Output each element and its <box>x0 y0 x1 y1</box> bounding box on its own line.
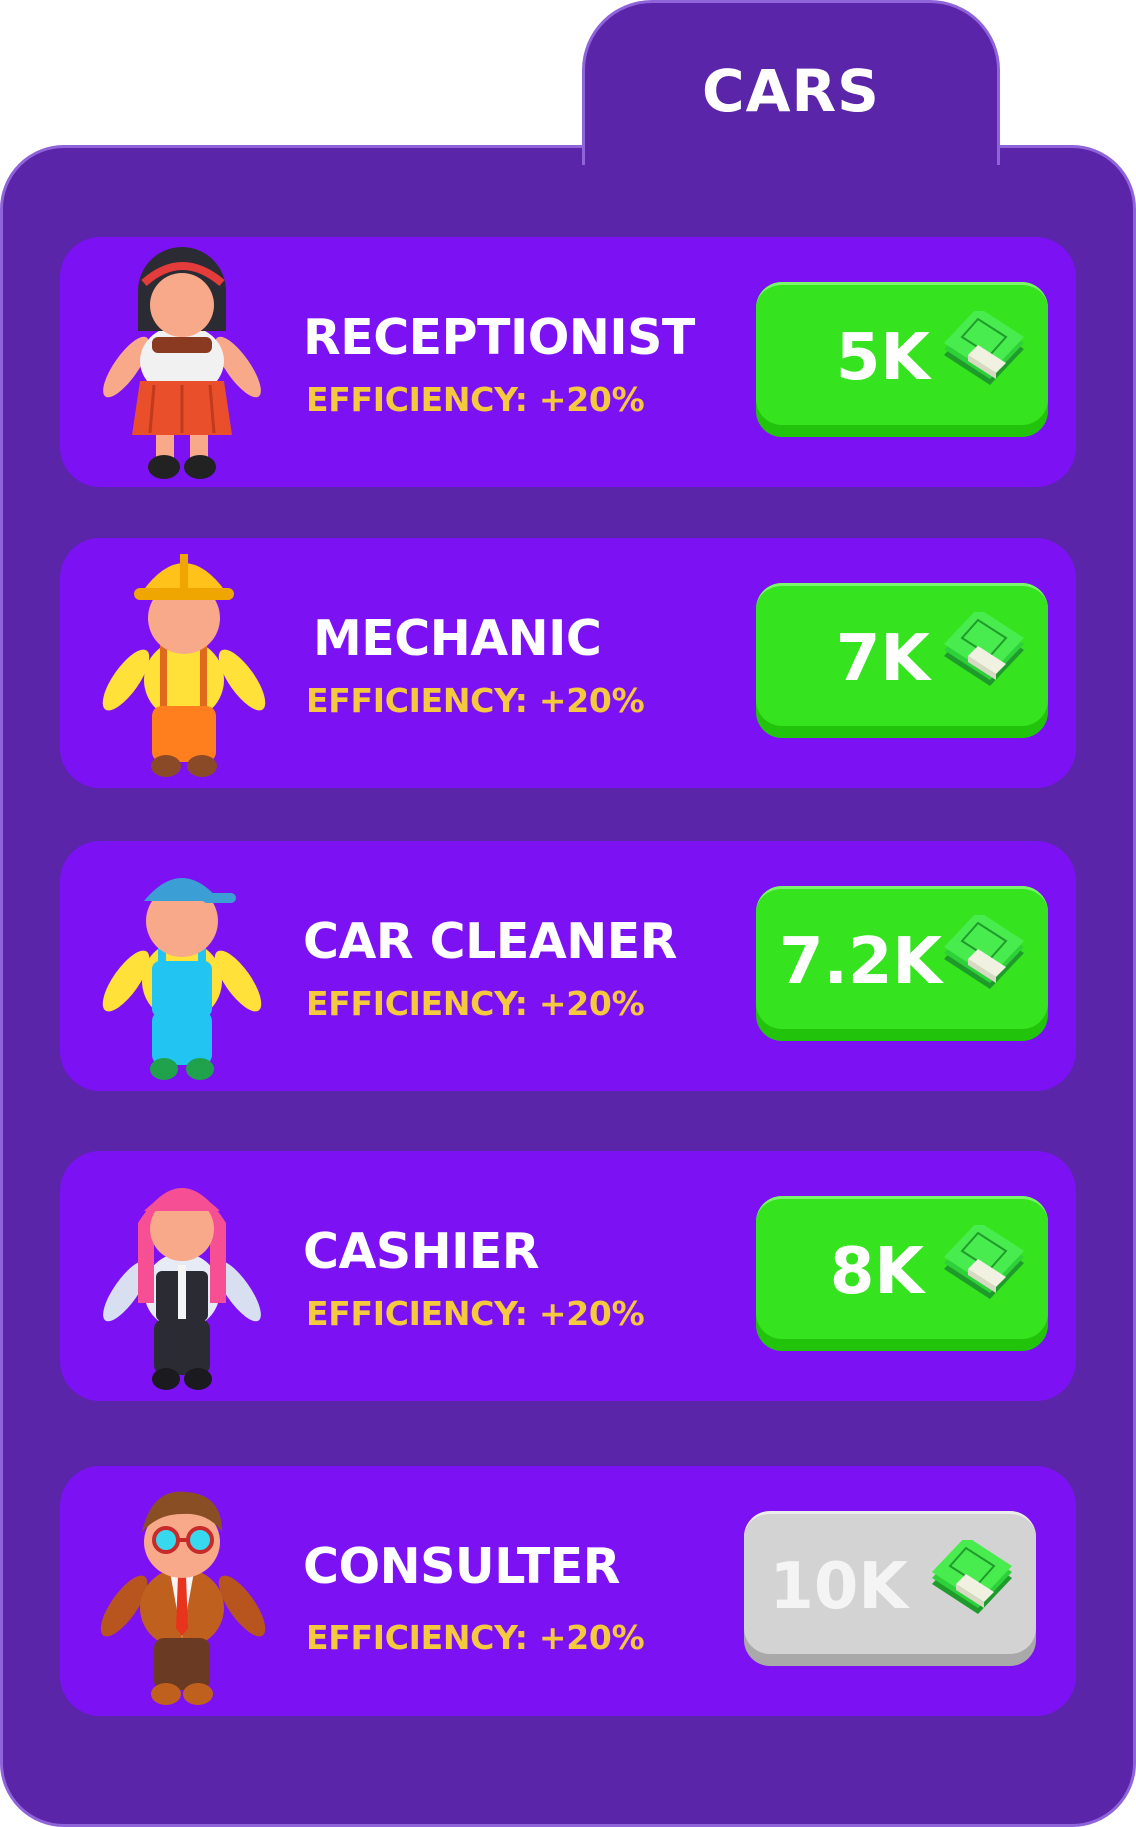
hire-price: 10K <box>769 1550 908 1624</box>
hire-button-face: 5K <box>756 282 1048 425</box>
hire-button-mechanic[interactable]: 7K <box>756 583 1048 738</box>
worker-efficiency: EFFICIENCY: +20% <box>306 1618 645 1657</box>
hire-price: 7.2K <box>779 925 942 999</box>
worker-row-receptionist: RECEPTIONIST EFFICIENCY: +20% 5K <box>60 237 1076 487</box>
worker-row-mechanic: MECHANIC EFFICIENCY: +20% 7K <box>60 538 1076 788</box>
hire-button-face: 10K <box>744 1511 1036 1654</box>
worker-efficiency: EFFICIENCY: +20% <box>306 681 645 720</box>
hire-button-cashier[interactable]: 8K <box>756 1196 1048 1351</box>
hire-button-face: 8K <box>756 1196 1048 1339</box>
worker-name: RECEPTIONIST <box>303 309 695 366</box>
cash-stack-icon <box>944 915 1024 989</box>
hire-button-face: 7.2K <box>756 886 1048 1029</box>
tab-joint <box>585 140 997 154</box>
cash-stack-icon <box>944 311 1024 385</box>
worker-name: CONSULTER <box>303 1538 620 1595</box>
hire-button-car-cleaner[interactable]: 7.2K <box>756 886 1048 1041</box>
worker-name: MECHANIC <box>313 610 602 667</box>
consulter-icon <box>100 1491 266 1705</box>
hire-button-consulter[interactable]: 10K <box>744 1511 1036 1666</box>
hire-button-face: 7K <box>756 583 1048 726</box>
worker-name: CAR CLEANER <box>303 913 677 970</box>
worker-efficiency: EFFICIENCY: +20% <box>306 1294 645 1333</box>
cash-stack-icon <box>944 612 1024 686</box>
hire-price: 7K <box>835 622 930 696</box>
cash-stack-icon <box>932 1540 1012 1614</box>
category-tab-title: CARS <box>702 57 880 125</box>
cashier-icon <box>103 1188 261 1390</box>
worker-row-cashier: CASHIER EFFICIENCY: +20% 8K <box>60 1151 1076 1401</box>
mechanic-icon <box>102 554 266 777</box>
hire-button-receptionist[interactable]: 5K <box>756 282 1048 437</box>
car-cleaner-icon <box>102 878 262 1080</box>
hire-price: 8K <box>829 1235 924 1309</box>
receptionist-icon <box>103 247 261 479</box>
worker-efficiency: EFFICIENCY: +20% <box>306 984 645 1023</box>
worker-name: CASHIER <box>303 1223 540 1280</box>
worker-row-car-cleaner: CAR CLEANER EFFICIENCY: +20% 7.2K <box>60 841 1076 1091</box>
cash-stack-icon <box>944 1225 1024 1299</box>
worker-row-consulter: CONSULTER EFFICIENCY: +20% 10K <box>60 1466 1076 1716</box>
worker-efficiency: EFFICIENCY: +20% <box>306 380 645 419</box>
hire-price: 5K <box>835 321 930 395</box>
